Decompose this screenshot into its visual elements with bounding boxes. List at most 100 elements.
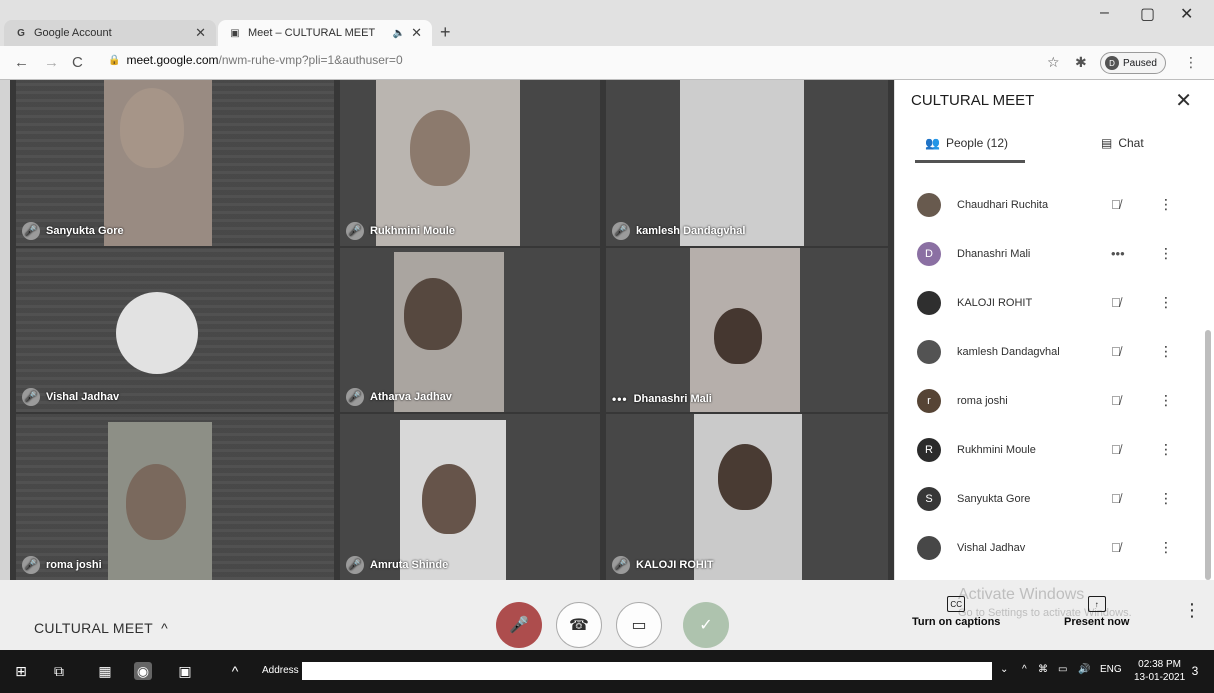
maximize-icon[interactable]: ▢ bbox=[1140, 4, 1155, 24]
scrollbar[interactable] bbox=[1205, 330, 1211, 580]
participant-tile[interactable]: ••• Dhanashri Mali bbox=[606, 248, 888, 412]
participant-tile[interactable]: 🎤 Sanyukta Gore bbox=[16, 80, 334, 246]
network-icon[interactable]: ⌘ bbox=[1038, 664, 1048, 675]
phone-hangup-icon: ☎ bbox=[569, 617, 589, 634]
task-view-icon[interactable]: ⧉ bbox=[50, 662, 68, 680]
chrome-icon[interactable]: ◉ bbox=[134, 662, 152, 680]
google-icon: G bbox=[17, 27, 25, 39]
more-options-icon[interactable]: ⋮ bbox=[1159, 392, 1173, 409]
microphone-toggle-button[interactable]: 🎤 bbox=[496, 602, 542, 648]
file-explorer-icon[interactable]: ▦ bbox=[96, 662, 114, 680]
participant-tile[interactable]: 🎤 Amruta Shinde bbox=[340, 414, 600, 580]
app-icon[interactable]: ▣ bbox=[176, 662, 194, 680]
forward-icon[interactable]: → bbox=[44, 54, 59, 71]
participant-tile[interactable]: 🎤 kamlesh Dandagvhal bbox=[606, 80, 888, 246]
tab-people[interactable]: 👥 People (12) bbox=[925, 136, 1008, 150]
mic-off-icon: 🎙̸ bbox=[1111, 197, 1121, 212]
people-list-item[interactable]: kamlesh Dandagvhal 🎙̸ ⋮ bbox=[895, 327, 1205, 376]
mic-off-icon: 🎤 bbox=[612, 556, 630, 574]
leave-call-button[interactable]: ☎ bbox=[556, 602, 602, 648]
more-options-icon[interactable]: ⋮ bbox=[1159, 343, 1173, 360]
tab-title: Meet – CULTURAL MEET bbox=[248, 27, 376, 39]
volume-icon[interactable]: 🔊 bbox=[1078, 664, 1090, 675]
reload-icon[interactable]: C bbox=[72, 54, 83, 71]
extensions-icon[interactable]: ✱ bbox=[1075, 54, 1087, 71]
mic-off-icon: 🎙̸ bbox=[1111, 442, 1121, 457]
avatar bbox=[917, 535, 941, 560]
camera-toggle-button[interactable]: ▭ bbox=[616, 602, 662, 648]
participant-tile[interactable]: 🎤 Atharva Jadhav bbox=[340, 248, 600, 412]
participant-tile[interactable]: 🎤 Rukhmini Moule bbox=[340, 80, 600, 246]
more-options-icon[interactable]: ⋮ bbox=[1183, 600, 1201, 621]
participant-tile[interactable]: 🎤 roma joshi bbox=[16, 414, 334, 580]
present-icon: ↑ bbox=[1087, 596, 1106, 612]
captions-label: Turn on captions bbox=[912, 616, 1001, 628]
browser-tabstrip: G Google Account ✕ ▣ Meet – CULTURAL MEE… bbox=[0, 0, 1214, 46]
present-label: Present now bbox=[1064, 616, 1130, 628]
people-list-item[interactable]: R Rukhmini Moule 🎙̸ ⋮ bbox=[895, 425, 1205, 474]
clock[interactable]: 02:38 PM 13-01-2021 bbox=[1134, 658, 1185, 684]
more-options-icon[interactable]: ⋮ bbox=[1159, 245, 1173, 262]
language-indicator[interactable]: ENG bbox=[1100, 664, 1122, 675]
more-menu-icon[interactable]: ⋮ bbox=[1184, 54, 1198, 71]
people-list-item[interactable]: Vishal Jadhav 🎙̸ ⋮ bbox=[895, 523, 1205, 572]
participant-name: roma joshi bbox=[957, 394, 1008, 407]
close-tab-icon[interactable]: ✕ bbox=[195, 25, 206, 41]
minimize-icon[interactable]: – bbox=[1100, 4, 1109, 22]
tab-google-account[interactable]: G Google Account ✕ bbox=[4, 20, 216, 46]
close-icon[interactable]: ✕ bbox=[1175, 88, 1192, 113]
more-options-icon[interactable]: ⋮ bbox=[1159, 196, 1173, 213]
tab-people-label: People (12) bbox=[945, 136, 1008, 150]
speaker-icon[interactable]: 🔈 bbox=[393, 28, 405, 39]
activities-button[interactable]: ✓ bbox=[683, 602, 729, 648]
people-list-item[interactable]: Chaudhari Ruchita 🎙̸ ⋮ bbox=[895, 180, 1205, 229]
mic-off-icon: 🎤 bbox=[346, 556, 364, 574]
captions-button[interactable]: CC Turn on captions bbox=[912, 596, 1000, 628]
url-field[interactable]: 🔒 meet.google.com/nwm-ruhe-vmp?pli=1&aut… bbox=[108, 53, 403, 67]
people-list-item[interactable]: KALOJI ROHIT 🎙̸ ⋮ bbox=[895, 278, 1205, 327]
tab-meet[interactable]: ▣ Meet – CULTURAL MEET 🔈 ✕ bbox=[218, 20, 432, 46]
mic-off-icon: 🎙̸ bbox=[1111, 540, 1121, 555]
mic-off-icon: 🎤 bbox=[22, 388, 40, 406]
chevron-up-icon: ^ bbox=[156, 620, 169, 636]
more-options-icon[interactable]: ⋮ bbox=[1159, 294, 1173, 311]
present-now-button[interactable]: ↑ Present now bbox=[1064, 596, 1129, 628]
avatar: S bbox=[917, 486, 941, 511]
tab-chat-label: Chat bbox=[1118, 136, 1144, 150]
more-options-icon[interactable]: ⋮ bbox=[1159, 441, 1173, 458]
more-options-icon[interactable]: ⋮ bbox=[1159, 490, 1173, 507]
people-list-item[interactable]: r roma joshi 🎙̸ ⋮ bbox=[895, 376, 1205, 425]
address-toolbar-input[interactable] bbox=[302, 662, 992, 680]
participant-name: roma joshi bbox=[46, 559, 102, 571]
windows-start-icon[interactable]: ⊞ bbox=[12, 662, 30, 680]
participant-name: Dhanashri Mali bbox=[633, 393, 712, 405]
meeting-name: CULTURAL MEET bbox=[34, 620, 153, 636]
people-list-item[interactable]: S Sanyukta Gore 🎙̸ ⋮ bbox=[895, 474, 1205, 523]
participant-name: Sanyukta Gore bbox=[46, 225, 124, 237]
new-tab-button[interactable]: + bbox=[440, 22, 451, 43]
participant-tile[interactable]: 🎤 Vishal Jadhav bbox=[16, 248, 334, 412]
more-options-icon[interactable]: ⋮ bbox=[1159, 539, 1173, 556]
meeting-details-button[interactable]: CULTURAL MEET ^ bbox=[34, 620, 168, 636]
speaking-indicator-icon: ••• bbox=[1111, 246, 1125, 261]
chevron-up-icon[interactable]: ^ bbox=[226, 662, 244, 680]
mic-off-icon: 🎙̸ bbox=[1111, 344, 1121, 359]
people-list-item[interactable]: D Dhanashri Mali ••• ⋮ bbox=[895, 229, 1205, 278]
tray-chevron-icon[interactable]: ^ bbox=[1022, 664, 1027, 675]
participant-tile[interactable]: 🎤 KALOJI ROHIT bbox=[606, 414, 888, 580]
url-host: meet.google.com bbox=[126, 53, 219, 67]
mic-off-icon: 🎤 bbox=[346, 222, 364, 240]
participant-name: Vishal Jadhav bbox=[46, 391, 120, 403]
active-tab-indicator bbox=[915, 160, 1025, 163]
star-icon[interactable]: ☆ bbox=[1047, 54, 1060, 71]
back-icon[interactable]: ← bbox=[14, 54, 29, 71]
tab-chat[interactable]: ▤ Chat bbox=[1101, 136, 1144, 150]
display-icon[interactable]: ▭ bbox=[1058, 664, 1067, 675]
participant-name: Chaudhari Ruchita bbox=[957, 198, 1049, 211]
profile-button[interactable]: D Paused bbox=[1100, 52, 1166, 74]
video-grid: 🎤 Sanyukta Gore 🎤 Rukhmini Moule 🎤 kamlesh … bbox=[10, 80, 894, 580]
close-window-icon[interactable]: ✕ bbox=[1180, 4, 1193, 24]
notification-icon[interactable]: 3 bbox=[1186, 662, 1204, 680]
dropdown-icon[interactable]: ⌄ bbox=[1000, 664, 1008, 675]
close-tab-icon[interactable]: ✕ bbox=[411, 25, 422, 41]
